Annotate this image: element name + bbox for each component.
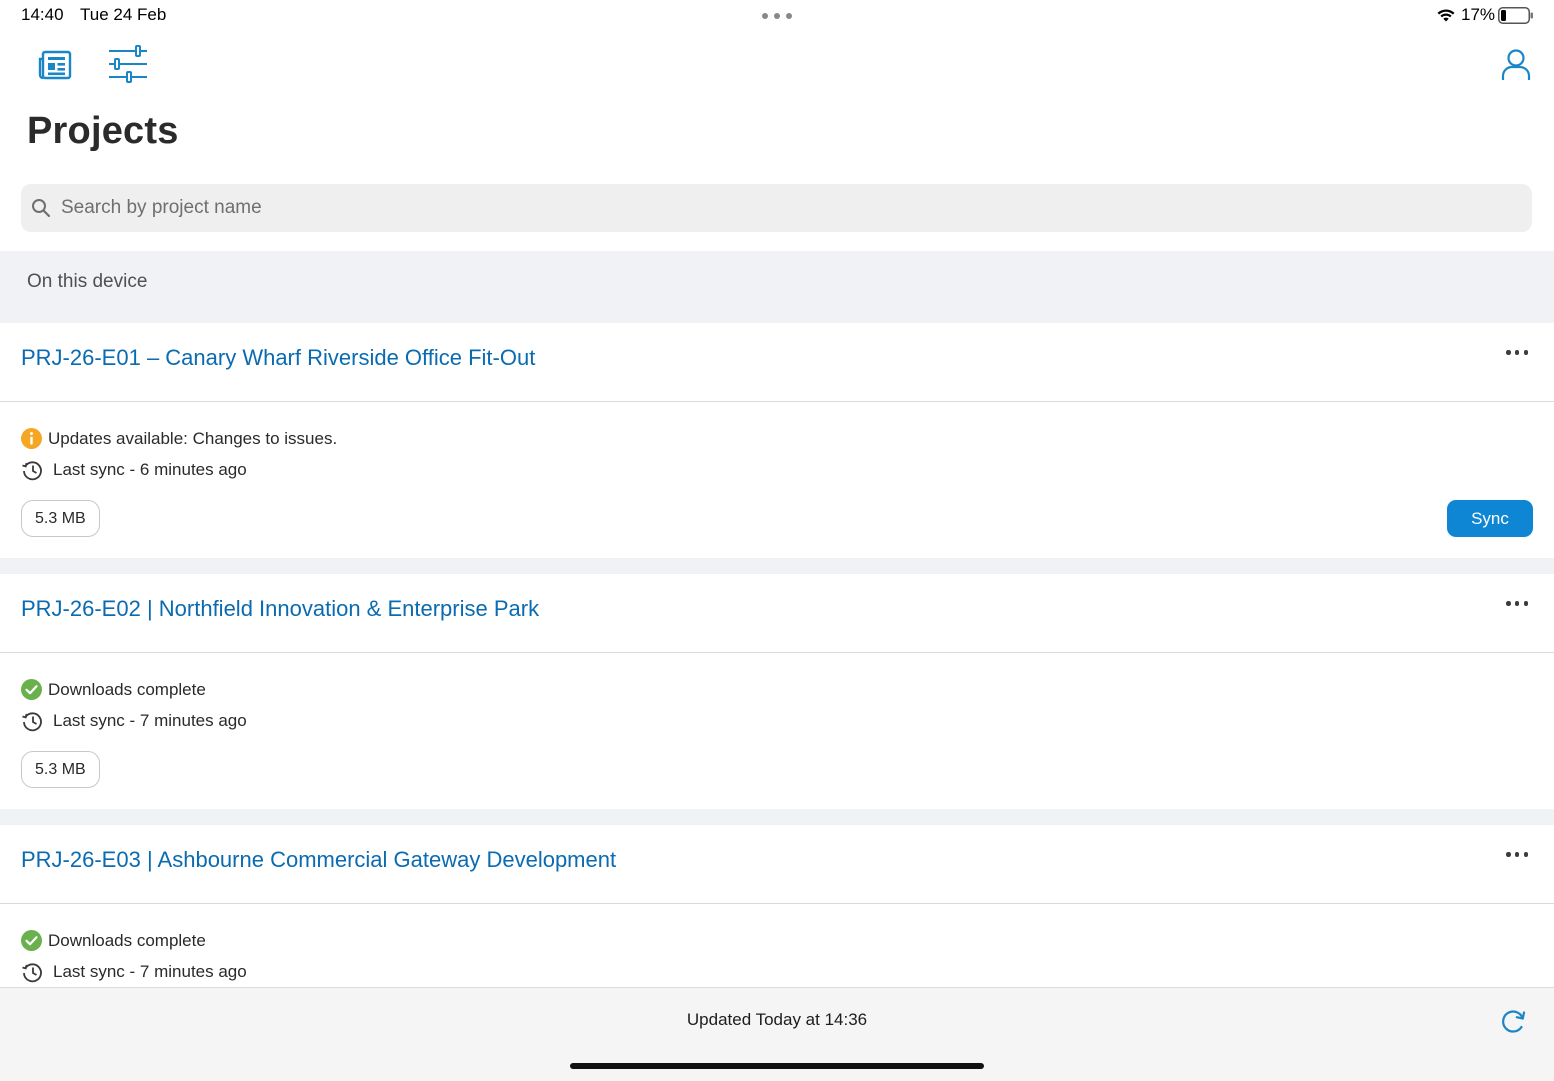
- last-sync-text: Last sync - 7 minutes ago: [53, 962, 247, 981]
- status-date: Tue 24 Feb: [80, 5, 167, 24]
- status-time: 14:40: [21, 5, 64, 24]
- size-badge: 5.3 MB: [21, 500, 100, 537]
- status-text: Updates available: Changes to issues.: [48, 428, 338, 448]
- multitasking-dots-icon[interactable]: [762, 13, 792, 19]
- battery-icon: [1498, 7, 1533, 24]
- project-title[interactable]: PRJ-26-E02 | Northfield Innovation & Ent…: [21, 596, 539, 622]
- size-badge: 5.3 MB: [21, 751, 100, 788]
- project-status: Downloads complete: [21, 679, 206, 700]
- project-status: Updates available: Changes to issues.: [21, 428, 337, 449]
- project-card-body: Downloads complete Last sync - 7 minutes…: [0, 904, 1554, 987]
- check-circle-icon: [21, 679, 42, 700]
- last-sync: Last sync - 6 minutes ago: [21, 459, 247, 481]
- project-card-header[interactable]: PRJ-26-E02 | Northfield Innovation & Ent…: [0, 574, 1554, 653]
- last-sync: Last sync - 7 minutes ago: [21, 710, 247, 732]
- more-options-icon[interactable]: [1506, 350, 1528, 358]
- project-card-body: Updates available: Changes to issues. La…: [0, 402, 1554, 558]
- last-sync: Last sync - 7 minutes ago: [21, 961, 247, 983]
- card-divider: [0, 809, 1554, 825]
- history-icon: [22, 712, 42, 732]
- updated-text: Updated Today at 14:36: [686, 1010, 868, 1029]
- project-title[interactable]: PRJ-26-E01 – Canary Wharf Riverside Offi…: [21, 345, 535, 371]
- section-label: On this device: [27, 271, 148, 292]
- project-status: Downloads complete: [21, 930, 206, 951]
- last-sync-text: Last sync - 6 minutes ago: [53, 460, 247, 479]
- page-title: Projects: [27, 110, 179, 152]
- project-card-header[interactable]: PRJ-26-E03 | Ashbourne Commercial Gatewa…: [0, 825, 1554, 904]
- search-icon: [32, 199, 51, 218]
- wifi-icon: [1437, 9, 1455, 22]
- history-icon: [22, 461, 42, 481]
- last-sync-text: Last sync - 7 minutes ago: [53, 711, 247, 730]
- newspaper-icon[interactable]: [37, 47, 73, 83]
- sliders-icon[interactable]: [108, 44, 148, 84]
- project-card-body: Downloads complete Last sync - 7 minutes…: [0, 653, 1554, 809]
- check-circle-icon: [21, 930, 42, 951]
- home-indicator[interactable]: [570, 1063, 984, 1069]
- info-warning-icon: [21, 428, 42, 449]
- project-title[interactable]: PRJ-26-E03 | Ashbourne Commercial Gatewa…: [21, 847, 616, 873]
- sync-button[interactable]: Sync: [1447, 500, 1533, 537]
- footer-bar: Updated Today at 14:36: [0, 987, 1554, 1081]
- refresh-icon[interactable]: [1498, 1006, 1528, 1036]
- status-text: Downloads complete: [48, 930, 206, 950]
- status-text: Downloads complete: [48, 679, 206, 699]
- search-bar[interactable]: [21, 184, 1532, 232]
- card-divider: [0, 558, 1554, 574]
- section-header: [0, 251, 1554, 323]
- search-input[interactable]: [59, 196, 1463, 220]
- battery-percentage: 17%: [1461, 5, 1496, 24]
- history-icon: [22, 963, 42, 983]
- more-options-icon[interactable]: [1506, 852, 1528, 860]
- more-options-icon[interactable]: [1506, 601, 1528, 609]
- project-card-header[interactable]: PRJ-26-E01 – Canary Wharf Riverside Offi…: [0, 323, 1554, 402]
- profile-icon[interactable]: [1500, 48, 1532, 82]
